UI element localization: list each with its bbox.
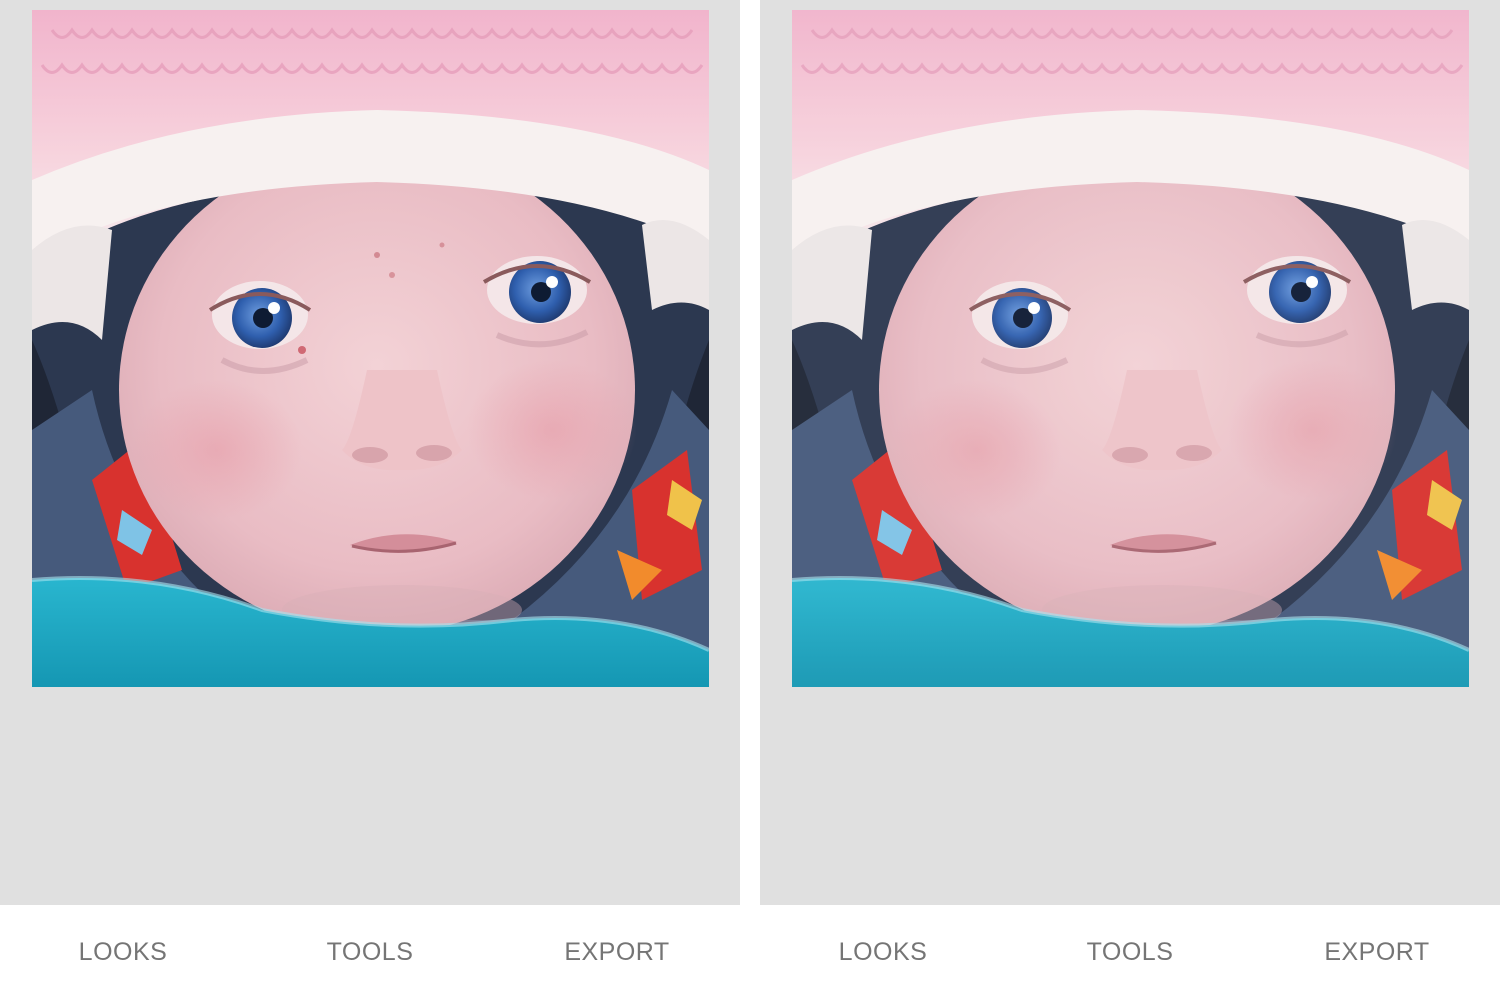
export-tab[interactable]: EXPORT bbox=[1294, 905, 1460, 1000]
image-canvas bbox=[760, 0, 1500, 905]
app-screen-left: LOOKS TOOLS EXPORT bbox=[0, 0, 740, 1000]
app-screen-right: LOOKS TOOLS EXPORT bbox=[760, 0, 1500, 1000]
baby-portrait-image bbox=[32, 10, 709, 687]
baby-portrait-image bbox=[792, 10, 1469, 687]
panel-divider bbox=[740, 0, 760, 1000]
looks-tab[interactable]: LOOKS bbox=[800, 905, 966, 1000]
bottom-nav-bar: LOOKS TOOLS EXPORT bbox=[760, 905, 1500, 1000]
image-canvas bbox=[0, 0, 740, 905]
photo-edited[interactable] bbox=[792, 10, 1469, 687]
photo-original[interactable] bbox=[32, 10, 709, 687]
export-tab[interactable]: EXPORT bbox=[534, 905, 700, 1000]
tools-tab[interactable]: TOOLS bbox=[1047, 905, 1213, 1000]
tools-tab[interactable]: TOOLS bbox=[287, 905, 453, 1000]
looks-tab[interactable]: LOOKS bbox=[40, 905, 206, 1000]
bottom-nav-bar: LOOKS TOOLS EXPORT bbox=[0, 905, 740, 1000]
